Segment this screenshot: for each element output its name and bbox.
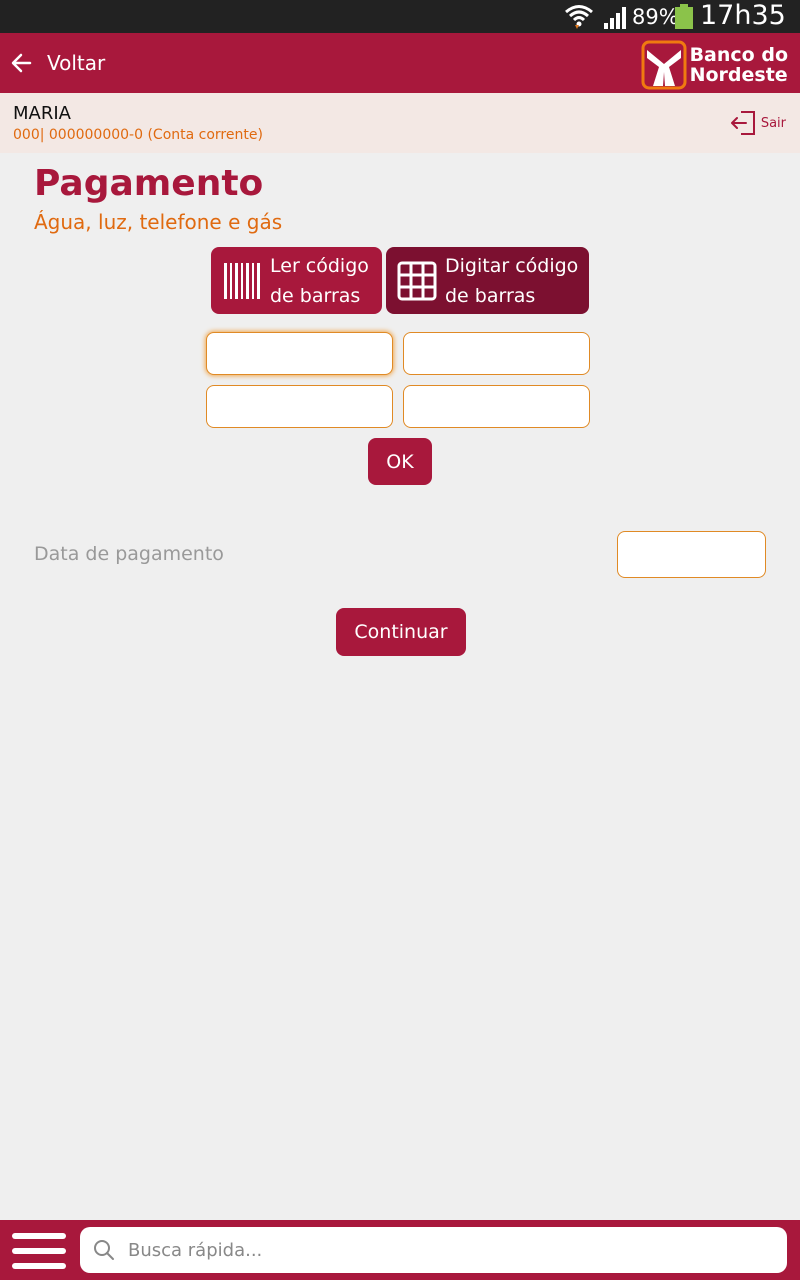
scan-barcode-button[interactable]: Ler código de barras [211,247,382,314]
signal-icon [604,7,626,29]
code-field-2[interactable] [403,332,590,375]
payment-date-input[interactable] [617,531,766,578]
clock: 17h35 [700,0,786,31]
brand-line-1: Banco do [689,44,788,66]
search-input[interactable] [126,1238,770,1262]
page-subtitle: Água, luz, telefone e gás [34,210,283,234]
battery-icon [675,4,693,29]
brand-logo: Banco do Nordeste [641,40,788,90]
barcode-icon [224,262,260,299]
account-bar: MARIA 000| 000000000-0 (Conta corrente) … [0,93,800,153]
user-name: MARIA [13,103,71,124]
brand-name: Banco do Nordeste [690,45,788,85]
account-number: 000| 000000000-0 (Conta corrente) [13,127,263,143]
grid-icon [397,261,437,300]
code-field-1[interactable] [206,332,393,375]
code-field-3[interactable] [206,385,393,428]
search-icon [94,1240,114,1260]
scan-label-line-1: Ler código [270,254,369,277]
scan-label-line-2: de barras [270,284,361,307]
app-header: Voltar Banco do Nordeste [0,33,800,93]
bottom-bar [0,1220,800,1280]
page-title: Pagamento [34,163,264,204]
logout-icon [730,111,755,135]
back-button[interactable]: Voltar [10,43,105,83]
scan-barcode-label: Ler código de barras [270,251,369,311]
continue-button[interactable]: Continuar [336,608,466,656]
ok-button[interactable]: OK [368,438,432,485]
type-label-line-1: Digitar código [445,254,579,277]
quick-search[interactable] [80,1227,787,1273]
back-label: Voltar [47,51,106,75]
type-barcode-label: Digitar código de barras [445,251,578,311]
brand-line-2: Nordeste [689,64,788,86]
logout-label: Sair [760,115,786,131]
payment-date-label: Data de pagamento [34,543,224,565]
battery-percent: 89% [632,5,679,29]
type-barcode-button[interactable]: Digitar código de barras [386,247,589,314]
wifi-icon [565,5,593,29]
back-arrow-icon [11,53,32,73]
status-bar: 89% 17h35 [0,0,800,33]
bank-logo-icon [641,40,687,90]
code-field-4[interactable] [403,385,590,428]
type-label-line-2: de barras [445,284,536,307]
hamburger-menu-icon[interactable] [12,1231,68,1271]
logout-button[interactable]: Sair [729,109,786,137]
